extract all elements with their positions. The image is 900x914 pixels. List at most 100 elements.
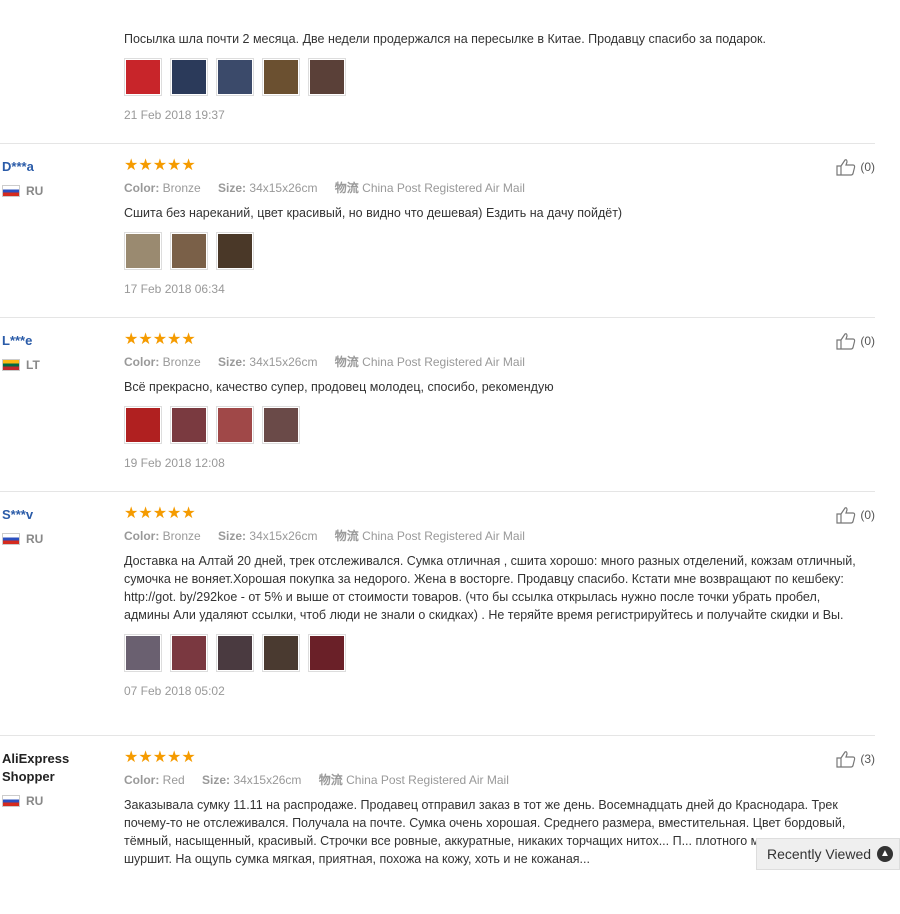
- country-code: RU: [26, 532, 44, 546]
- review-photo-thumb[interactable]: [124, 406, 162, 444]
- thumbs-up-icon[interactable]: [836, 750, 856, 768]
- country-code: RU: [26, 794, 44, 808]
- review-text: Доставка на Алтай 20 дней, трек отслежив…: [124, 554, 856, 622]
- size-label: Size:: [202, 773, 231, 787]
- shipping-label: 物流: [334, 529, 359, 543]
- size-label: Size:: [218, 529, 247, 543]
- shipping-value: China Post Registered Air Mail: [362, 181, 525, 195]
- review-photo-thumb[interactable]: [262, 634, 300, 672]
- review-item: S***v RU ★★★★★ Color: Bronze Size: 34x15…: [0, 492, 875, 736]
- color-value: Bronze: [162, 529, 201, 543]
- reviewer-name[interactable]: D***a: [2, 158, 112, 176]
- size-value: 34x15x26cm: [249, 355, 318, 369]
- review-photos: [124, 58, 864, 96]
- review-text: Посылка шла почти 2 месяца. Две недели п…: [124, 32, 766, 46]
- color-label: Color:: [124, 181, 160, 195]
- recently-viewed-button[interactable]: Recently Viewed ▲: [756, 838, 900, 870]
- helpful-vote[interactable]: (0): [836, 332, 875, 350]
- review-text: Сшита без нареканий, цвет красивый, но в…: [124, 206, 623, 220]
- reviewer-info: D***a RU: [2, 158, 112, 198]
- review-photos: [124, 232, 864, 270]
- shipping-label: 物流: [334, 355, 359, 369]
- review-photo-thumb[interactable]: [308, 58, 346, 96]
- reviewer-info: L***e LT: [2, 332, 112, 372]
- review-photo-thumb[interactable]: [262, 406, 300, 444]
- country-code: RU: [26, 184, 44, 198]
- helpful-vote[interactable]: (0): [836, 506, 875, 524]
- russia-flag-icon: [2, 185, 20, 197]
- review-item: L***e LT ★★★★★ Color: Bronze Size: 34x15…: [0, 318, 875, 492]
- color-value: Red: [162, 773, 185, 787]
- color-label: Color:: [124, 529, 160, 543]
- reviewer-info: AliExpress Shopper RU: [2, 750, 112, 808]
- star-rating: ★★★★★: [124, 331, 196, 348]
- russia-flag-icon: [2, 533, 20, 545]
- review-photos: [124, 634, 864, 672]
- review-photo-thumb[interactable]: [216, 634, 254, 672]
- country-code: LT: [26, 358, 40, 372]
- review-photo-thumb[interactable]: [262, 58, 300, 96]
- helpful-count: (0): [860, 508, 875, 522]
- thumbs-up-icon[interactable]: [836, 158, 856, 176]
- size-value: 34x15x26cm: [249, 529, 318, 543]
- lithuania-flag-icon: [2, 359, 20, 371]
- thumbs-up-icon[interactable]: [836, 332, 856, 350]
- recently-viewed-label: Recently Viewed: [767, 846, 872, 862]
- review-item: AliExpress Shopper RU ★★★★★ Color: Red S…: [0, 736, 875, 914]
- review-text: Заказывала сумку 11.11 на распродаже. Пр…: [124, 798, 846, 866]
- review-item: D***a RU ★★★★★ Color: Bronze Size: 34x15…: [0, 144, 875, 318]
- chevron-up-icon: ▲: [877, 846, 893, 862]
- order-info: Color: Bronze Size: 34x15x26cm 物流 China …: [124, 354, 864, 370]
- review-photo-thumb[interactable]: [308, 634, 346, 672]
- helpful-vote[interactable]: (3): [836, 750, 875, 768]
- review-photo-thumb[interactable]: [170, 634, 208, 672]
- order-info: Color: Red Size: 34x15x26cm 物流 China Pos…: [124, 772, 864, 788]
- reviewer-country: RU: [2, 532, 112, 546]
- review-photo-thumb[interactable]: [170, 58, 208, 96]
- review-photo-thumb[interactable]: [216, 406, 254, 444]
- color-value: Bronze: [162, 355, 201, 369]
- color-label: Color:: [124, 355, 160, 369]
- review-photos: [124, 406, 864, 444]
- order-info: Color: Bronze Size: 34x15x26cm 物流 China …: [124, 528, 864, 544]
- color-label: Color:: [124, 773, 160, 787]
- star-rating: ★★★★★: [124, 505, 196, 522]
- review-photo-thumb[interactable]: [216, 58, 254, 96]
- helpful-vote[interactable]: (0): [836, 158, 875, 176]
- star-rating: ★★★★★: [124, 157, 196, 174]
- reviewer-name[interactable]: S***v: [2, 506, 112, 524]
- review-photo-thumb[interactable]: [124, 58, 162, 96]
- reviewer-country: LT: [2, 358, 112, 372]
- review-date: 17 Feb 2018 06:34: [124, 282, 225, 296]
- review-date: 21 Feb 2018 19:37: [124, 108, 225, 122]
- review-photo-thumb[interactable]: [170, 406, 208, 444]
- size-value: 34x15x26cm: [233, 773, 302, 787]
- russia-flag-icon: [2, 795, 20, 807]
- size-label: Size:: [218, 355, 247, 369]
- shipping-value: China Post Registered Air Mail: [346, 773, 509, 787]
- reviewer-info: S***v RU: [2, 506, 112, 546]
- order-info: Color: Bronze Size: 34x15x26cm 物流 China …: [124, 180, 864, 196]
- size-value: 34x15x26cm: [249, 181, 318, 195]
- helpful-count: (0): [860, 334, 875, 348]
- review-date: 07 Feb 2018 05:02: [124, 684, 225, 698]
- reviewer-name[interactable]: AliExpress Shopper: [2, 750, 112, 786]
- review-item-partial: Посылка шла почти 2 месяца. Две недели п…: [0, 0, 875, 144]
- helpful-count: (0): [860, 160, 875, 174]
- review-photo-thumb[interactable]: [124, 232, 162, 270]
- star-rating: ★★★★★: [124, 749, 196, 766]
- size-label: Size:: [218, 181, 247, 195]
- helpful-count: (3): [860, 752, 875, 766]
- thumbs-up-icon[interactable]: [836, 506, 856, 524]
- color-value: Bronze: [162, 181, 201, 195]
- review-photo-thumb[interactable]: [124, 634, 162, 672]
- shipping-label: 物流: [318, 773, 343, 787]
- review-photo-thumb[interactable]: [170, 232, 208, 270]
- shipping-value: China Post Registered Air Mail: [362, 529, 525, 543]
- reviewer-name[interactable]: L***e: [2, 332, 112, 350]
- reviewer-country: RU: [2, 184, 112, 198]
- reviewer-country: RU: [2, 794, 112, 808]
- shipping-value: China Post Registered Air Mail: [362, 355, 525, 369]
- shipping-label: 物流: [334, 181, 359, 195]
- review-photo-thumb[interactable]: [216, 232, 254, 270]
